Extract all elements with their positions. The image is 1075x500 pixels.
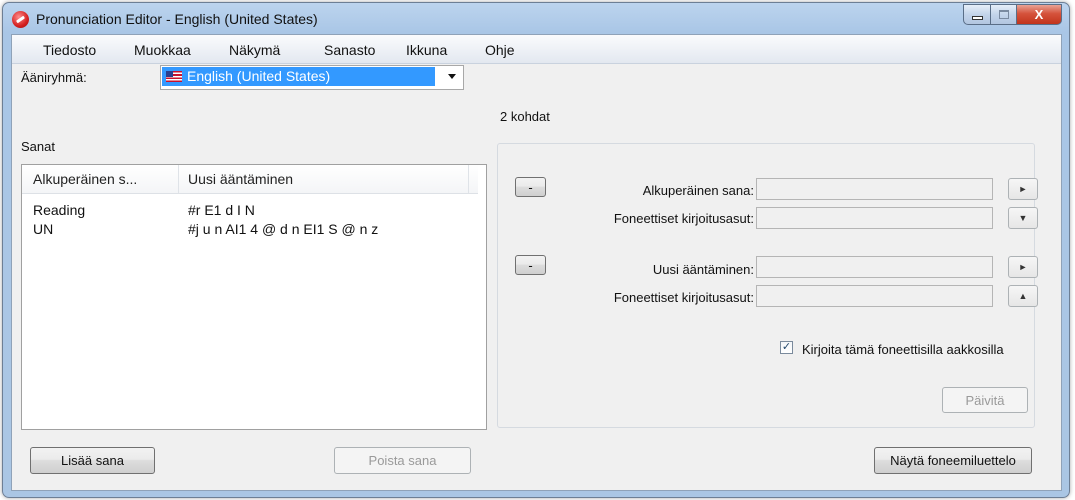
collapse-up-button[interactable]: ▲ bbox=[1008, 285, 1038, 307]
us-flag-icon bbox=[166, 71, 182, 82]
title-bar[interactable]: Pronunciation Editor - English (United S… bbox=[3, 3, 1069, 35]
original-word-field[interactable] bbox=[756, 178, 993, 200]
close-button[interactable]: X bbox=[1017, 4, 1062, 25]
voice-group-selected: English (United States) bbox=[162, 67, 435, 86]
add-word-button[interactable]: Lisää sana bbox=[30, 447, 155, 474]
item-count: 2 kohdat bbox=[500, 109, 550, 124]
phonetic-alphabet-checkbox-label[interactable]: Kirjoita tämä foneettisilla aakkosilla bbox=[802, 342, 1004, 357]
add-word-button-label: Lisää sana bbox=[61, 453, 124, 468]
original-word-cell: Reading bbox=[33, 202, 86, 218]
minus-icon: - bbox=[528, 179, 533, 195]
play-original-button[interactable]: ► bbox=[1008, 178, 1038, 200]
words-label: Sanat bbox=[21, 139, 55, 154]
new-pronunciation-field[interactable] bbox=[756, 256, 993, 278]
phonetic-alphabet-checkbox[interactable]: ✓ bbox=[780, 341, 793, 354]
menu-ohje[interactable]: Ohje bbox=[485, 42, 515, 58]
original-word-label: Alkuperäinen sana: bbox=[642, 183, 754, 198]
voice-group-label: Ääniryhmä: bbox=[21, 70, 87, 85]
play-original-minus-button[interactable]: - bbox=[515, 177, 546, 197]
remove-word-button[interactable]: Poista sana bbox=[334, 447, 471, 474]
minimize-button[interactable] bbox=[963, 4, 991, 25]
column-divider[interactable] bbox=[468, 165, 469, 193]
expand-down-button[interactable]: ▼ bbox=[1008, 207, 1038, 229]
show-phoneme-list-label: Näytä foneemiluettelo bbox=[890, 453, 1016, 468]
minus-icon: - bbox=[528, 257, 533, 273]
column-new-pronunciation[interactable]: Uusi ääntäminen bbox=[188, 171, 293, 187]
caption-buttons: X bbox=[963, 4, 1062, 25]
original-word-cell: UN bbox=[33, 221, 54, 237]
play-icon: ► bbox=[1018, 262, 1028, 272]
pronunciation-cell: #j u n AI1 4 @ d n EI1 S @ n z bbox=[188, 221, 379, 237]
phonetic-spelling-field[interactable] bbox=[756, 207, 993, 229]
app-icon bbox=[12, 11, 29, 28]
update-button-label: Päivitä bbox=[965, 392, 1005, 408]
phonetic-spelling-label-2: Foneettiset kirjoitusasut: bbox=[613, 290, 754, 305]
column-divider[interactable] bbox=[178, 165, 179, 193]
check-icon: ✓ bbox=[781, 341, 792, 353]
menu-sanasto[interactable]: Sanasto bbox=[324, 42, 375, 58]
maximize-button[interactable] bbox=[991, 4, 1017, 25]
column-original-word[interactable]: Alkuperäinen s... bbox=[33, 171, 137, 187]
list-item[interactable]: Reading #r E1 d I N bbox=[22, 202, 478, 219]
chevron-down-icon: ▼ bbox=[1018, 213, 1028, 223]
chevron-down-icon bbox=[448, 74, 456, 79]
update-button[interactable]: Päivitä bbox=[942, 387, 1028, 413]
words-list[interactable]: Alkuperäinen s... Uusi ääntäminen Readin… bbox=[21, 164, 487, 430]
voice-group-select[interactable]: English (United States) bbox=[160, 65, 464, 90]
play-icon: ► bbox=[1018, 184, 1028, 194]
voice-group-value: English (United States) bbox=[187, 68, 331, 84]
pronunciation-cell: #r E1 d I N bbox=[188, 202, 255, 218]
new-pronunciation-label: Uusi ääntäminen: bbox=[652, 262, 754, 277]
maximize-icon bbox=[998, 10, 1009, 19]
menu-bar: Tiedosto Muokkaa Näkymä Sanasto Ikkuna O… bbox=[12, 35, 1061, 64]
show-phoneme-list-button[interactable]: Näytä foneemiluettelo bbox=[874, 447, 1032, 474]
list-header: Alkuperäinen s... Uusi ääntäminen bbox=[22, 165, 478, 194]
remove-word-button-label: Poista sana bbox=[368, 453, 437, 468]
phonetic-spelling-field-2[interactable] bbox=[756, 285, 993, 307]
menu-ikkuna[interactable]: Ikkuna bbox=[406, 42, 447, 58]
menu-tiedosto[interactable]: Tiedosto bbox=[43, 42, 96, 58]
phonetic-spelling-label: Foneettiset kirjoitusasut: bbox=[613, 211, 754, 226]
menu-nakyma[interactable]: Näkymä bbox=[229, 42, 280, 58]
chevron-up-icon: ▲ bbox=[1018, 291, 1028, 301]
list-item[interactable]: UN #j u n AI1 4 @ d n EI1 S @ n z bbox=[22, 221, 478, 238]
play-new-minus-button[interactable]: - bbox=[515, 255, 546, 275]
close-icon: X bbox=[1034, 7, 1044, 22]
play-new-button[interactable]: ► bbox=[1008, 256, 1038, 278]
minimize-icon bbox=[971, 15, 983, 20]
window-title: Pronunciation Editor - English (United S… bbox=[36, 11, 318, 27]
menu-muokkaa[interactable]: Muokkaa bbox=[134, 42, 191, 58]
